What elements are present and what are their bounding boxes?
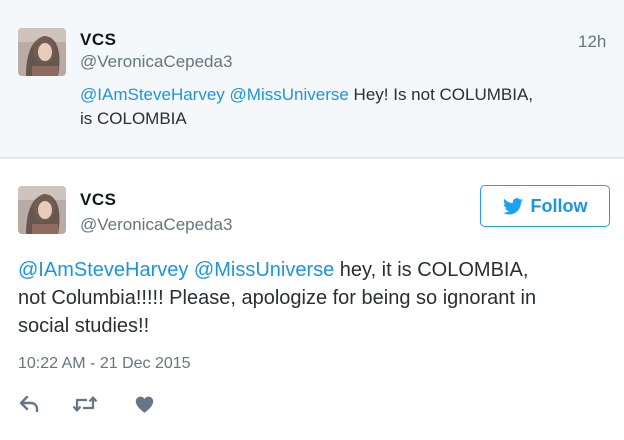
retweet-button[interactable] bbox=[71, 393, 99, 415]
like-button[interactable] bbox=[133, 393, 155, 415]
mention-link[interactable]: @MissUniverse bbox=[230, 85, 349, 104]
tweet-time[interactable]: 12h bbox=[578, 32, 606, 52]
tweet-text-body: Hey! Is not COLUMBIA, bbox=[348, 85, 534, 104]
tweet-text: @IAmSteveHarvey @MissUniverse hey, it is… bbox=[18, 256, 618, 340]
follow-label: Follow bbox=[530, 195, 588, 216]
display-name[interactable]: VCS bbox=[80, 30, 116, 50]
tweet-text-line-1: @IAmSteveHarvey @MissUniverse Hey! Is no… bbox=[80, 83, 610, 107]
tweet-text: @IAmSteveHarvey @MissUniverse Hey! Is no… bbox=[80, 83, 610, 131]
reply-icon bbox=[19, 396, 39, 412]
like-icon bbox=[135, 396, 153, 413]
tweet-text-line-2: not Columbia!!!!! Please, apologize for … bbox=[18, 287, 537, 309]
user-handle[interactable]: @VeronicaCepeda3 bbox=[80, 52, 232, 72]
twitter-bird-icon bbox=[502, 197, 523, 214]
tweet-card-previous: VCS @VeronicaCepeda3 12h @IAmSteveHarvey… bbox=[0, 0, 624, 157]
avatar[interactable] bbox=[18, 28, 66, 76]
mention-link[interactable]: @MissUniverse bbox=[194, 259, 334, 281]
tweet-timestamp[interactable]: 10:22 AM - 21 Dec 2015 bbox=[18, 355, 191, 373]
reply-button[interactable] bbox=[18, 393, 40, 415]
retweet-icon bbox=[72, 396, 98, 412]
tweet-card-main: VCS @VeronicaCepeda3 Follow @IAmSteveHar… bbox=[0, 159, 624, 440]
avatar[interactable] bbox=[18, 186, 66, 234]
tweet-text-line-3: social studies!! bbox=[18, 315, 150, 337]
follow-button[interactable]: Follow bbox=[480, 185, 610, 227]
mention-link[interactable]: @IAmSteveHarvey bbox=[18, 259, 188, 281]
tweet-text-line-1: @IAmSteveHarvey @MissUniverse hey, it is… bbox=[18, 256, 618, 284]
tweet-text-body: hey, it is COLOMBIA, bbox=[334, 259, 529, 281]
user-handle[interactable]: @VeronicaCepeda3 bbox=[80, 215, 232, 235]
mention-link[interactable]: @IAmSteveHarvey bbox=[80, 85, 225, 104]
display-name[interactable]: VCS bbox=[80, 190, 116, 210]
tweet-text-line-2: is COLOMBIA bbox=[80, 109, 187, 128]
